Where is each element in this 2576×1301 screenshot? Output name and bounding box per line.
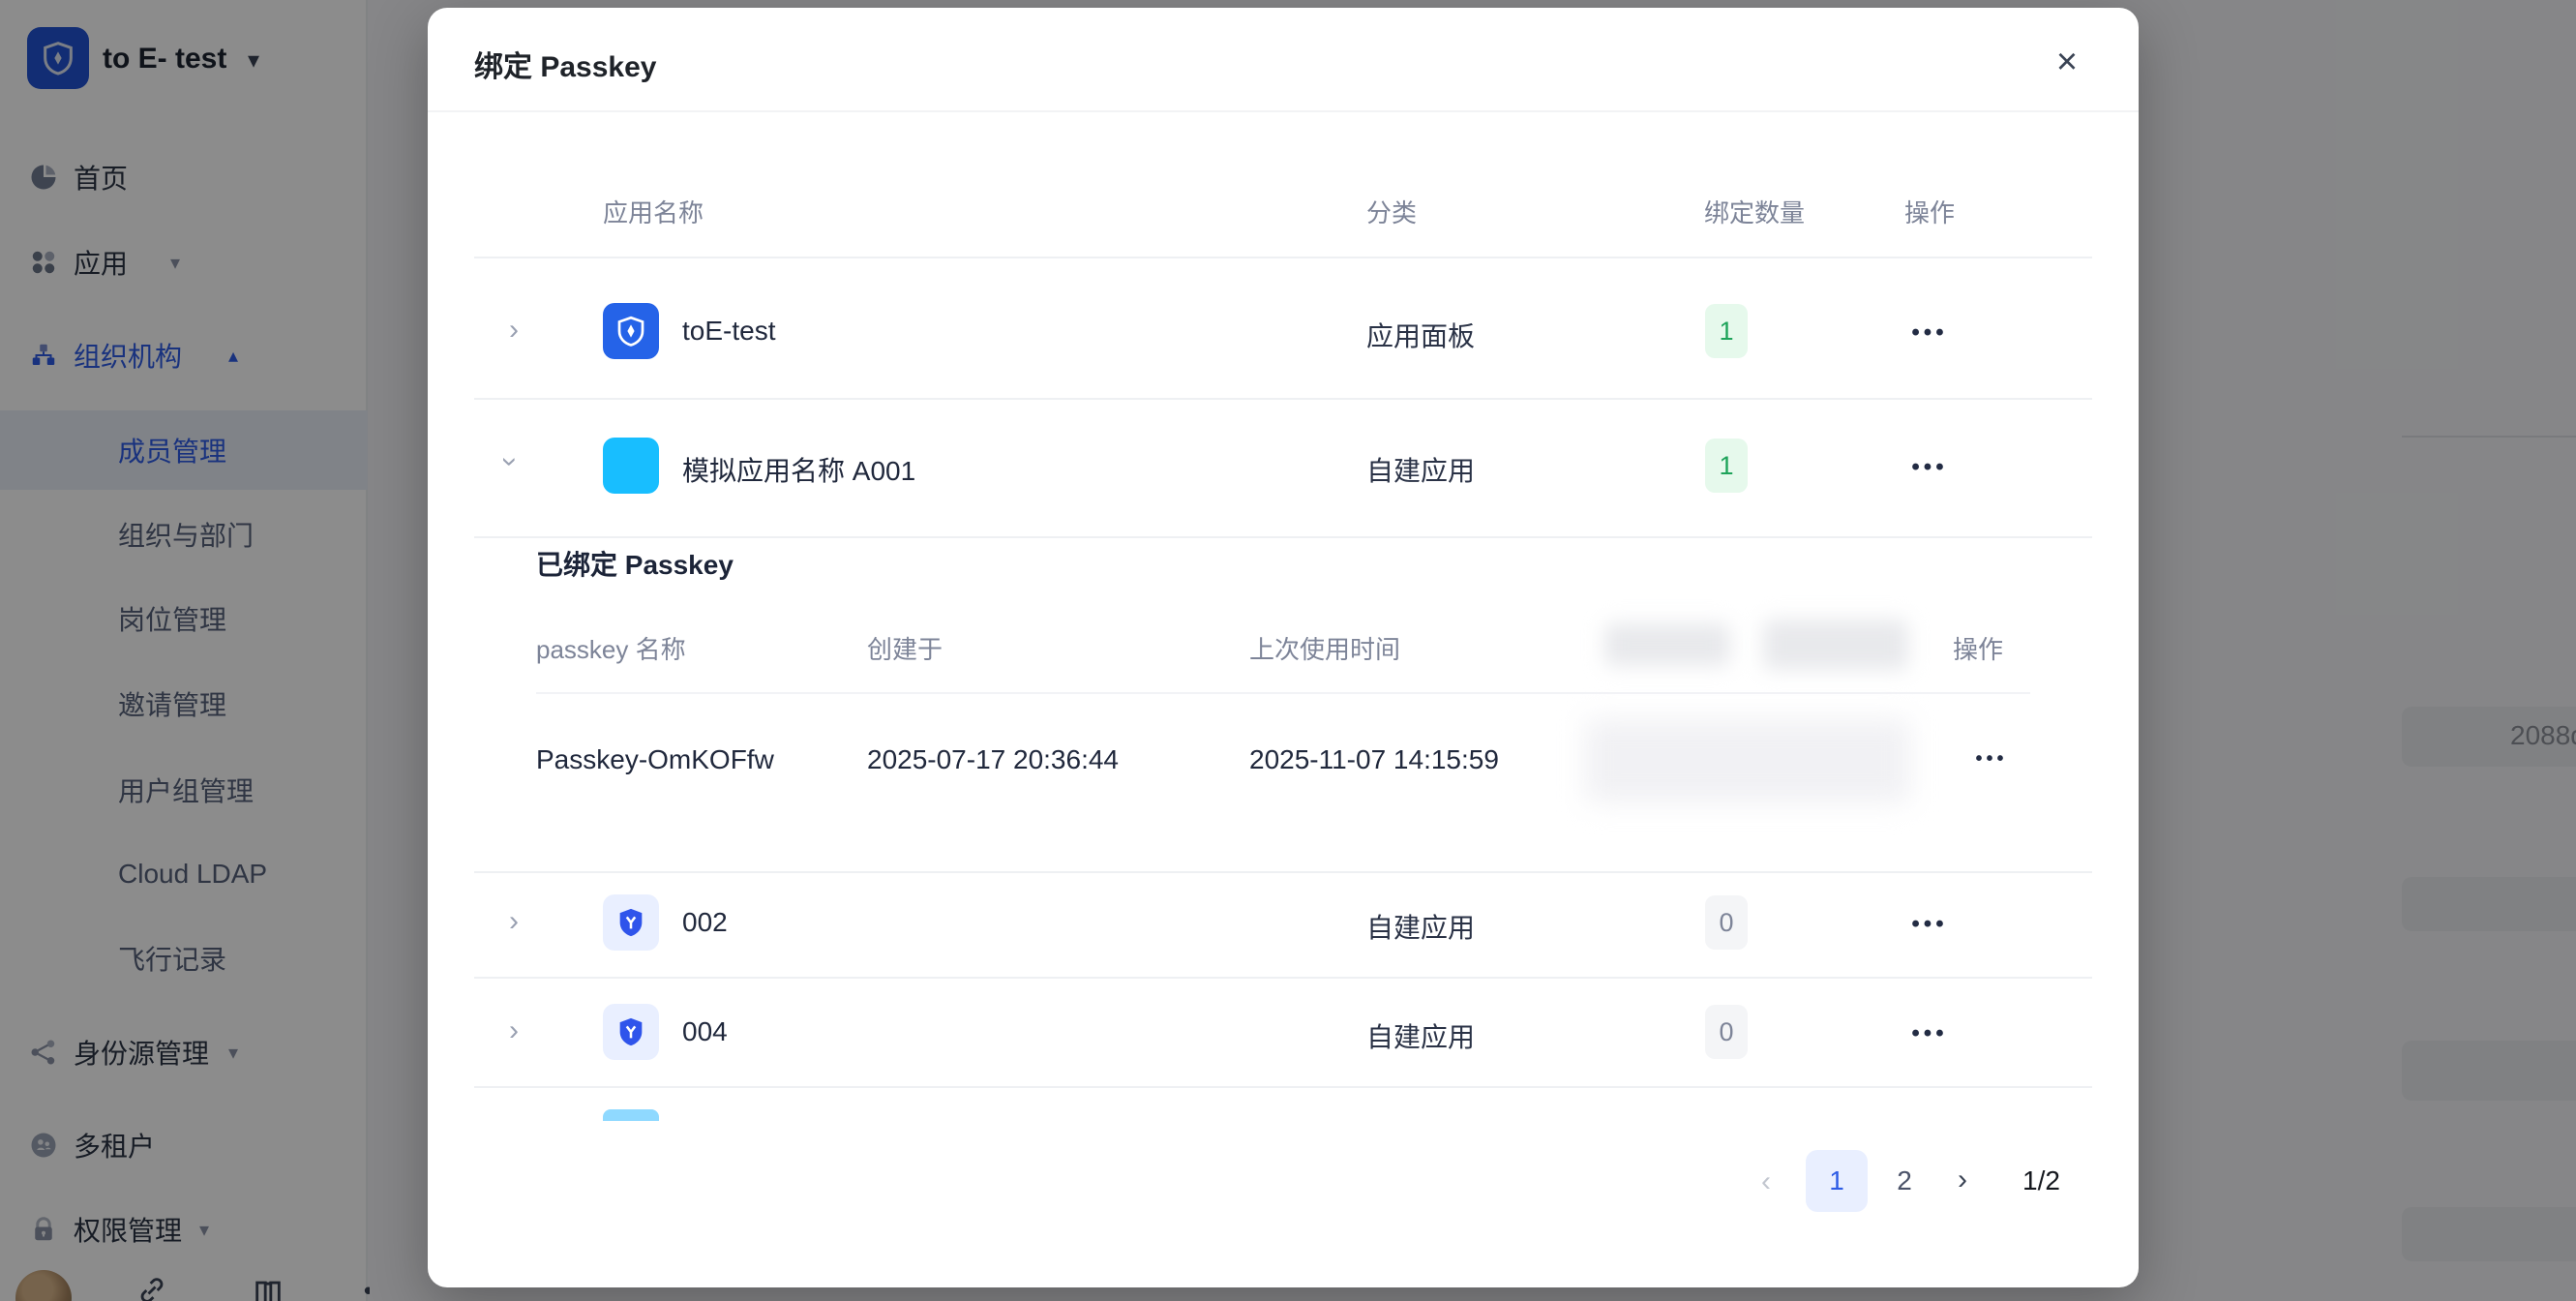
bind-count-badge: 0 (1705, 895, 1748, 950)
app-category: 自建应用 (1366, 1016, 1475, 1055)
column-header-category: 分类 (1366, 194, 1417, 229)
divider (474, 871, 2092, 873)
row-actions-ellipsis-icon[interactable]: ••• (1901, 1020, 1959, 1047)
bind-count-badge: 1 (1705, 304, 1748, 358)
passkey-created: 2025-07-17 20:36:44 (867, 744, 1119, 775)
passkey-last-used: 2025-11-07 14:15:59 (1249, 744, 1499, 775)
passkey-name: Passkey-OmKOFfw (536, 744, 774, 775)
bind-passkey-modal: 绑定 Passkey × 应用名称 分类 绑定数量 操作 › toE-test … (428, 8, 2139, 1287)
divider (474, 536, 2092, 538)
app-category: 自建应用 (1366, 907, 1475, 946)
column-header-count: 绑定数量 (1704, 194, 1805, 229)
divider (536, 692, 2030, 694)
pagination-next-icon[interactable]: › (1943, 1164, 1982, 1196)
bound-passkey-section-title: 已绑定 Passkey (536, 544, 734, 583)
row-actions-ellipsis-icon[interactable]: ••• (1901, 911, 1959, 938)
bind-count-badge: 1 (1705, 439, 1748, 493)
close-icon[interactable]: × (2042, 37, 2092, 87)
app-category: 应用面板 (1366, 316, 1475, 354)
column-header-created: 创建于 (867, 630, 943, 666)
chevron-right-icon[interactable]: › (509, 1014, 519, 1047)
app-icon-cyan (603, 438, 659, 494)
divider (474, 398, 2092, 400)
app-icon-shield (603, 303, 659, 359)
divider (428, 110, 2139, 112)
app-name: 004 (682, 1016, 728, 1047)
row-actions-ellipsis-icon[interactable]: ••• (1962, 748, 2021, 771)
next-row-app-icon-clipped (603, 1109, 659, 1121)
column-header-actions: 操作 (1904, 194, 1955, 229)
chevron-right-icon[interactable]: › (509, 314, 519, 347)
column-header-passkey-name: passkey 名称 (536, 630, 686, 666)
column-header-app-name: 应用名称 (603, 194, 704, 229)
pagination-prev-icon[interactable]: ‹ (1761, 1165, 1771, 1198)
app-icon-blue-shield (603, 894, 659, 951)
app-name: 模拟应用名称 A001 (682, 450, 915, 489)
pagination-summary: 1/2 (2022, 1165, 2060, 1196)
chevron-right-icon[interactable]: › (509, 905, 519, 938)
divider (474, 977, 2092, 979)
redacted-column-header (1604, 623, 1730, 666)
chevron-expanded-icon[interactable]: › (494, 457, 526, 467)
row-actions-ellipsis-icon[interactable]: ••• (1901, 319, 1959, 347)
redacted-column-header (1763, 620, 1908, 670)
pagination-page-2[interactable]: 2 (1885, 1165, 1924, 1196)
redacted-cell (1585, 719, 1910, 802)
bind-count-badge: 0 (1705, 1005, 1748, 1059)
column-header-last-used: 上次使用时间 (1249, 630, 1400, 666)
modal-title: 绑定 Passkey (474, 43, 656, 85)
app-name: toE-test (682, 316, 775, 347)
column-header-passkey-actions: 操作 (1953, 630, 2003, 666)
divider (474, 1086, 2092, 1088)
app-name: 002 (682, 907, 728, 938)
pagination-page-1[interactable]: 1 (1806, 1150, 1868, 1212)
screen: to E- test ▾ 首页 应用 ▾ (0, 0, 2576, 1301)
divider (474, 257, 2092, 258)
row-actions-ellipsis-icon[interactable]: ••• (1901, 454, 1959, 481)
app-category: 自建应用 (1366, 450, 1475, 489)
app-icon-blue-shield (603, 1004, 659, 1060)
